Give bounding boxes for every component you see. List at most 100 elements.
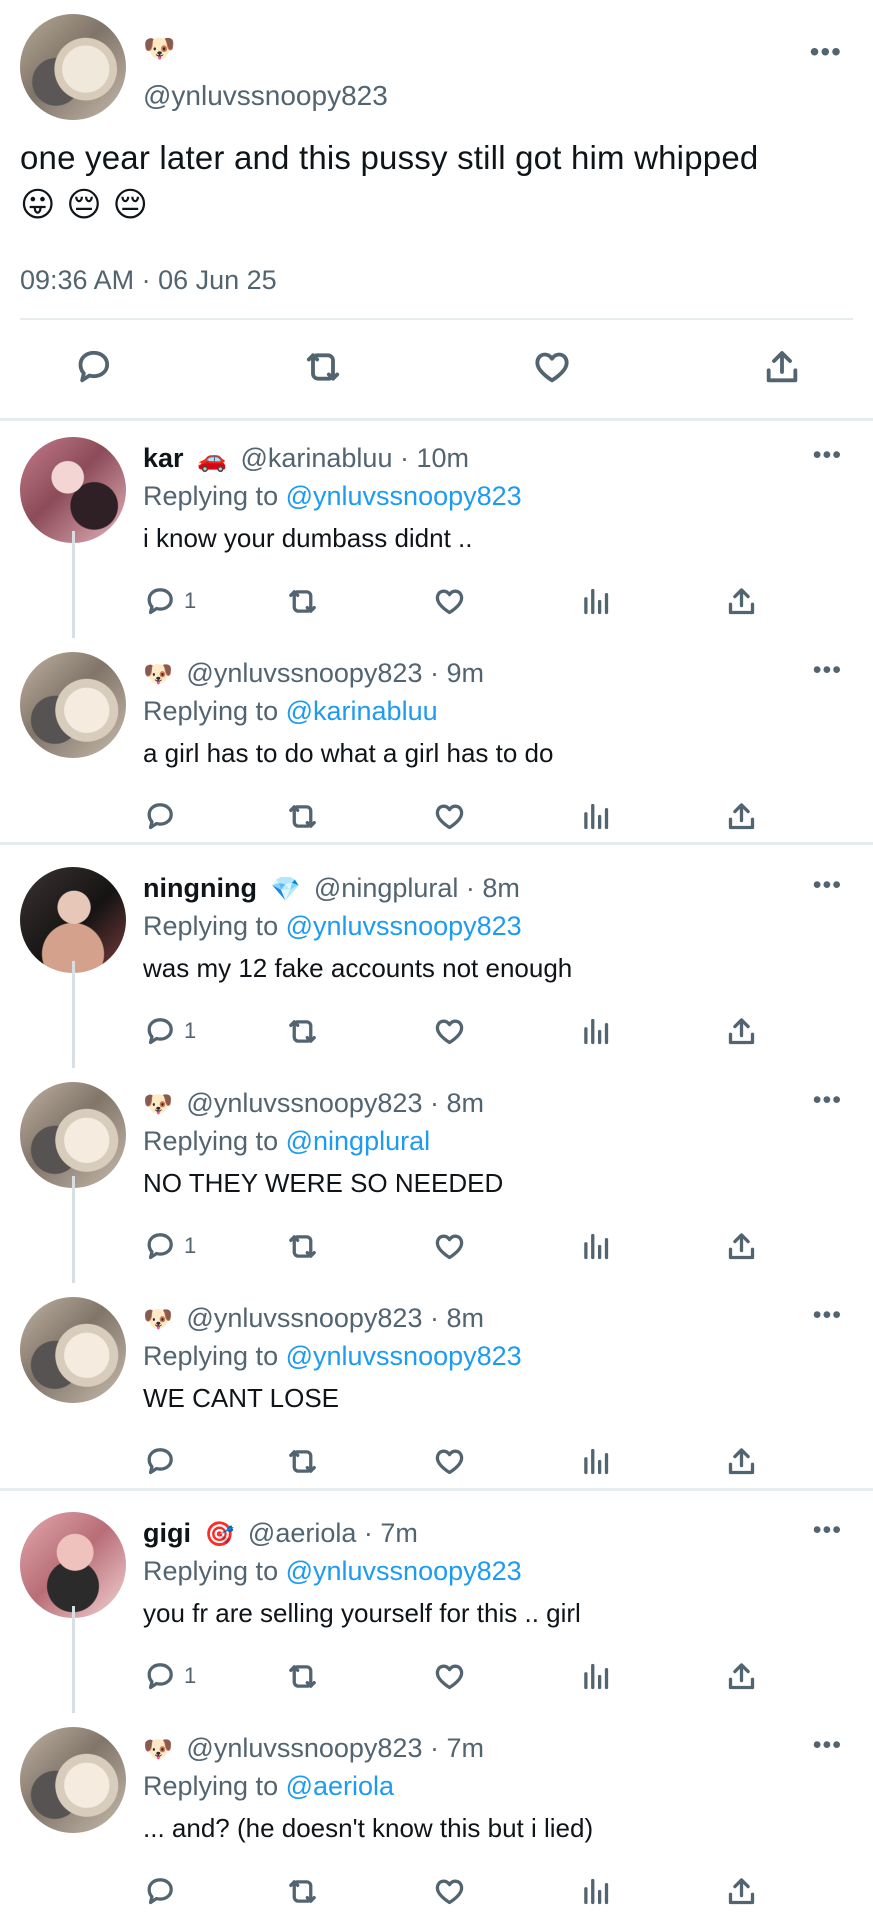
comment-button[interactable] — [68, 344, 118, 390]
reply-2[interactable]: 🐶 @ynluvssnoopy823 · 9m ••• Replying to … — [0, 638, 873, 853]
analytics-button[interactable] — [579, 1441, 612, 1481]
comment-button[interactable] — [143, 1441, 176, 1481]
avatar[interactable] — [20, 1297, 126, 1403]
retweet-button[interactable] — [286, 581, 319, 621]
share-button[interactable] — [725, 1871, 758, 1911]
analytics-button[interactable] — [579, 796, 612, 836]
more-icon[interactable]: ••• — [813, 656, 842, 685]
like-button[interactable] — [527, 344, 577, 390]
dog-icon: 🐶 — [143, 1090, 173, 1118]
avatar[interactable] — [20, 652, 126, 758]
reply-handle[interactable]: @ynluvssnoopy823 — [186, 1733, 422, 1763]
share-button[interactable] — [725, 796, 758, 836]
replying-to-link[interactable]: @karinabluu — [286, 696, 438, 726]
reply-text: you fr are selling yourself for this .. … — [143, 1598, 581, 1628]
analytics-button[interactable] — [579, 1871, 612, 1911]
reply-handle[interactable]: @karinabluu — [240, 443, 392, 473]
comment-button[interactable]: 1 — [143, 581, 196, 621]
like-button[interactable] — [433, 1011, 466, 1051]
diamond-icon: 💎 — [270, 875, 301, 903]
reply-text: ... and? (he doesn't know this but i lie… — [143, 1813, 594, 1843]
replying-to-link[interactable]: @ningplural — [286, 1126, 431, 1156]
reply-text: WE CANT LOSE — [143, 1383, 340, 1413]
reply-1[interactable]: kar 🚗 @karinabluu · 10m ••• Replying to … — [0, 423, 873, 638]
like-button[interactable] — [433, 1441, 466, 1481]
like-button[interactable] — [433, 581, 466, 621]
share-button[interactable] — [725, 1011, 758, 1051]
more-icon[interactable]: ••• — [813, 1301, 842, 1330]
reply-count: 1 — [184, 1233, 197, 1258]
reply-handle[interactable]: @ningplural — [314, 873, 459, 903]
reply-7[interactable]: 🐶 @ynluvssnoopy823 · 7m ••• Replying to … — [0, 1713, 873, 1928]
retweet-button[interactable] — [286, 1441, 319, 1481]
replying-to-link[interactable]: @ynluvssnoopy823 — [286, 1341, 522, 1371]
retweet-button[interactable] — [286, 1656, 319, 1696]
comment-icon — [147, 1662, 173, 1689]
reply-6[interactable]: gigi 🎯 @aeriola · 7m ••• Replying to @yn… — [0, 1498, 873, 1713]
replying-to: Replying to @ynluvssnoopy823 — [143, 1556, 522, 1586]
more-icon[interactable]: ••• — [813, 441, 842, 470]
share-icon — [728, 587, 755, 614]
like-button[interactable] — [433, 1226, 466, 1266]
reply-name[interactable]: kar — [143, 443, 184, 473]
reply-5[interactable]: 🐶 @ynluvssnoopy823 · 8m ••• Replying to … — [0, 1283, 873, 1498]
like-button[interactable] — [433, 1871, 466, 1911]
avatar[interactable] — [20, 437, 126, 543]
reply-name[interactable]: gigi — [143, 1518, 191, 1548]
analytics-button[interactable] — [579, 1011, 612, 1051]
main-avatar[interactable] — [20, 14, 126, 120]
reply-time: 7m — [446, 1733, 484, 1763]
retweet-icon — [289, 1879, 316, 1903]
share-button[interactable] — [725, 581, 758, 621]
reply-header: kar 🚗 @karinabluu · 10m — [143, 443, 469, 473]
comment-button[interactable]: 1 — [143, 1656, 196, 1696]
more-icon[interactable]: ••• — [810, 36, 842, 68]
more-icon[interactable]: ••• — [813, 871, 842, 900]
comment-button[interactable]: 1 — [143, 1226, 196, 1266]
share-button[interactable] — [725, 1226, 758, 1266]
retweet-icon — [306, 353, 340, 381]
reply-handle[interactable]: @ynluvssnoopy823 — [186, 658, 422, 688]
reply-3[interactable]: ningning 💎 @ningplural · 8m ••• Replying… — [0, 853, 873, 1068]
analytics-button[interactable] — [579, 1226, 612, 1266]
comment-icon — [147, 1232, 173, 1259]
replying-to-link[interactable]: @ynluvssnoopy823 — [286, 481, 522, 511]
like-button[interactable] — [433, 1656, 466, 1696]
comment-button[interactable] — [143, 1871, 176, 1911]
retweet-button[interactable] — [286, 796, 319, 836]
replying-to-link[interactable]: @aeriola — [286, 1771, 394, 1801]
reply-handle[interactable]: @ynluvssnoopy823 — [186, 1088, 422, 1118]
comment-icon — [147, 587, 173, 614]
retweet-button[interactable] — [286, 1011, 319, 1051]
retweet-button[interactable] — [286, 1871, 319, 1911]
reply-handle[interactable]: @aeriola — [248, 1518, 356, 1548]
share-button[interactable] — [757, 344, 807, 390]
more-icon[interactable]: ••• — [813, 1516, 842, 1545]
analytics-button[interactable] — [579, 581, 612, 621]
reply-name[interactable]: ningning — [143, 873, 257, 903]
retweet-button[interactable] — [286, 1226, 319, 1266]
main-handle[interactable]: @ynluvssnoopy823 — [143, 80, 388, 112]
avatar[interactable] — [20, 867, 126, 973]
reply-actions: 1 — [143, 1226, 755, 1266]
reply-4[interactable]: 🐶 @ynluvssnoopy823 · 8m ••• Replying to … — [0, 1068, 873, 1283]
reply-handle[interactable]: @ynluvssnoopy823 — [186, 1303, 422, 1333]
like-button[interactable] — [433, 796, 466, 836]
main-tweet-text: one year later and this pussy still got … — [20, 139, 759, 176]
replying-to-link[interactable]: @ynluvssnoopy823 — [286, 1556, 522, 1586]
share-button[interactable] — [725, 1656, 758, 1696]
retweet-button[interactable] — [298, 344, 348, 390]
replying-to-link[interactable]: @ynluvssnoopy823 — [286, 911, 522, 941]
reply-header: gigi 🎯 @aeriola · 7m — [143, 1518, 418, 1548]
reply-actions: 1 — [143, 581, 755, 621]
avatar[interactable] — [20, 1082, 126, 1188]
avatar[interactable] — [20, 1727, 126, 1833]
comment-button[interactable]: 1 — [143, 1011, 196, 1051]
avatar[interactable] — [20, 1512, 126, 1618]
share-button[interactable] — [725, 1441, 758, 1481]
analytics-button[interactable] — [579, 1656, 612, 1696]
comment-button[interactable] — [143, 796, 176, 836]
reply-count: 1 — [184, 1018, 197, 1043]
more-icon[interactable]: ••• — [813, 1086, 842, 1115]
more-icon[interactable]: ••• — [813, 1731, 842, 1760]
